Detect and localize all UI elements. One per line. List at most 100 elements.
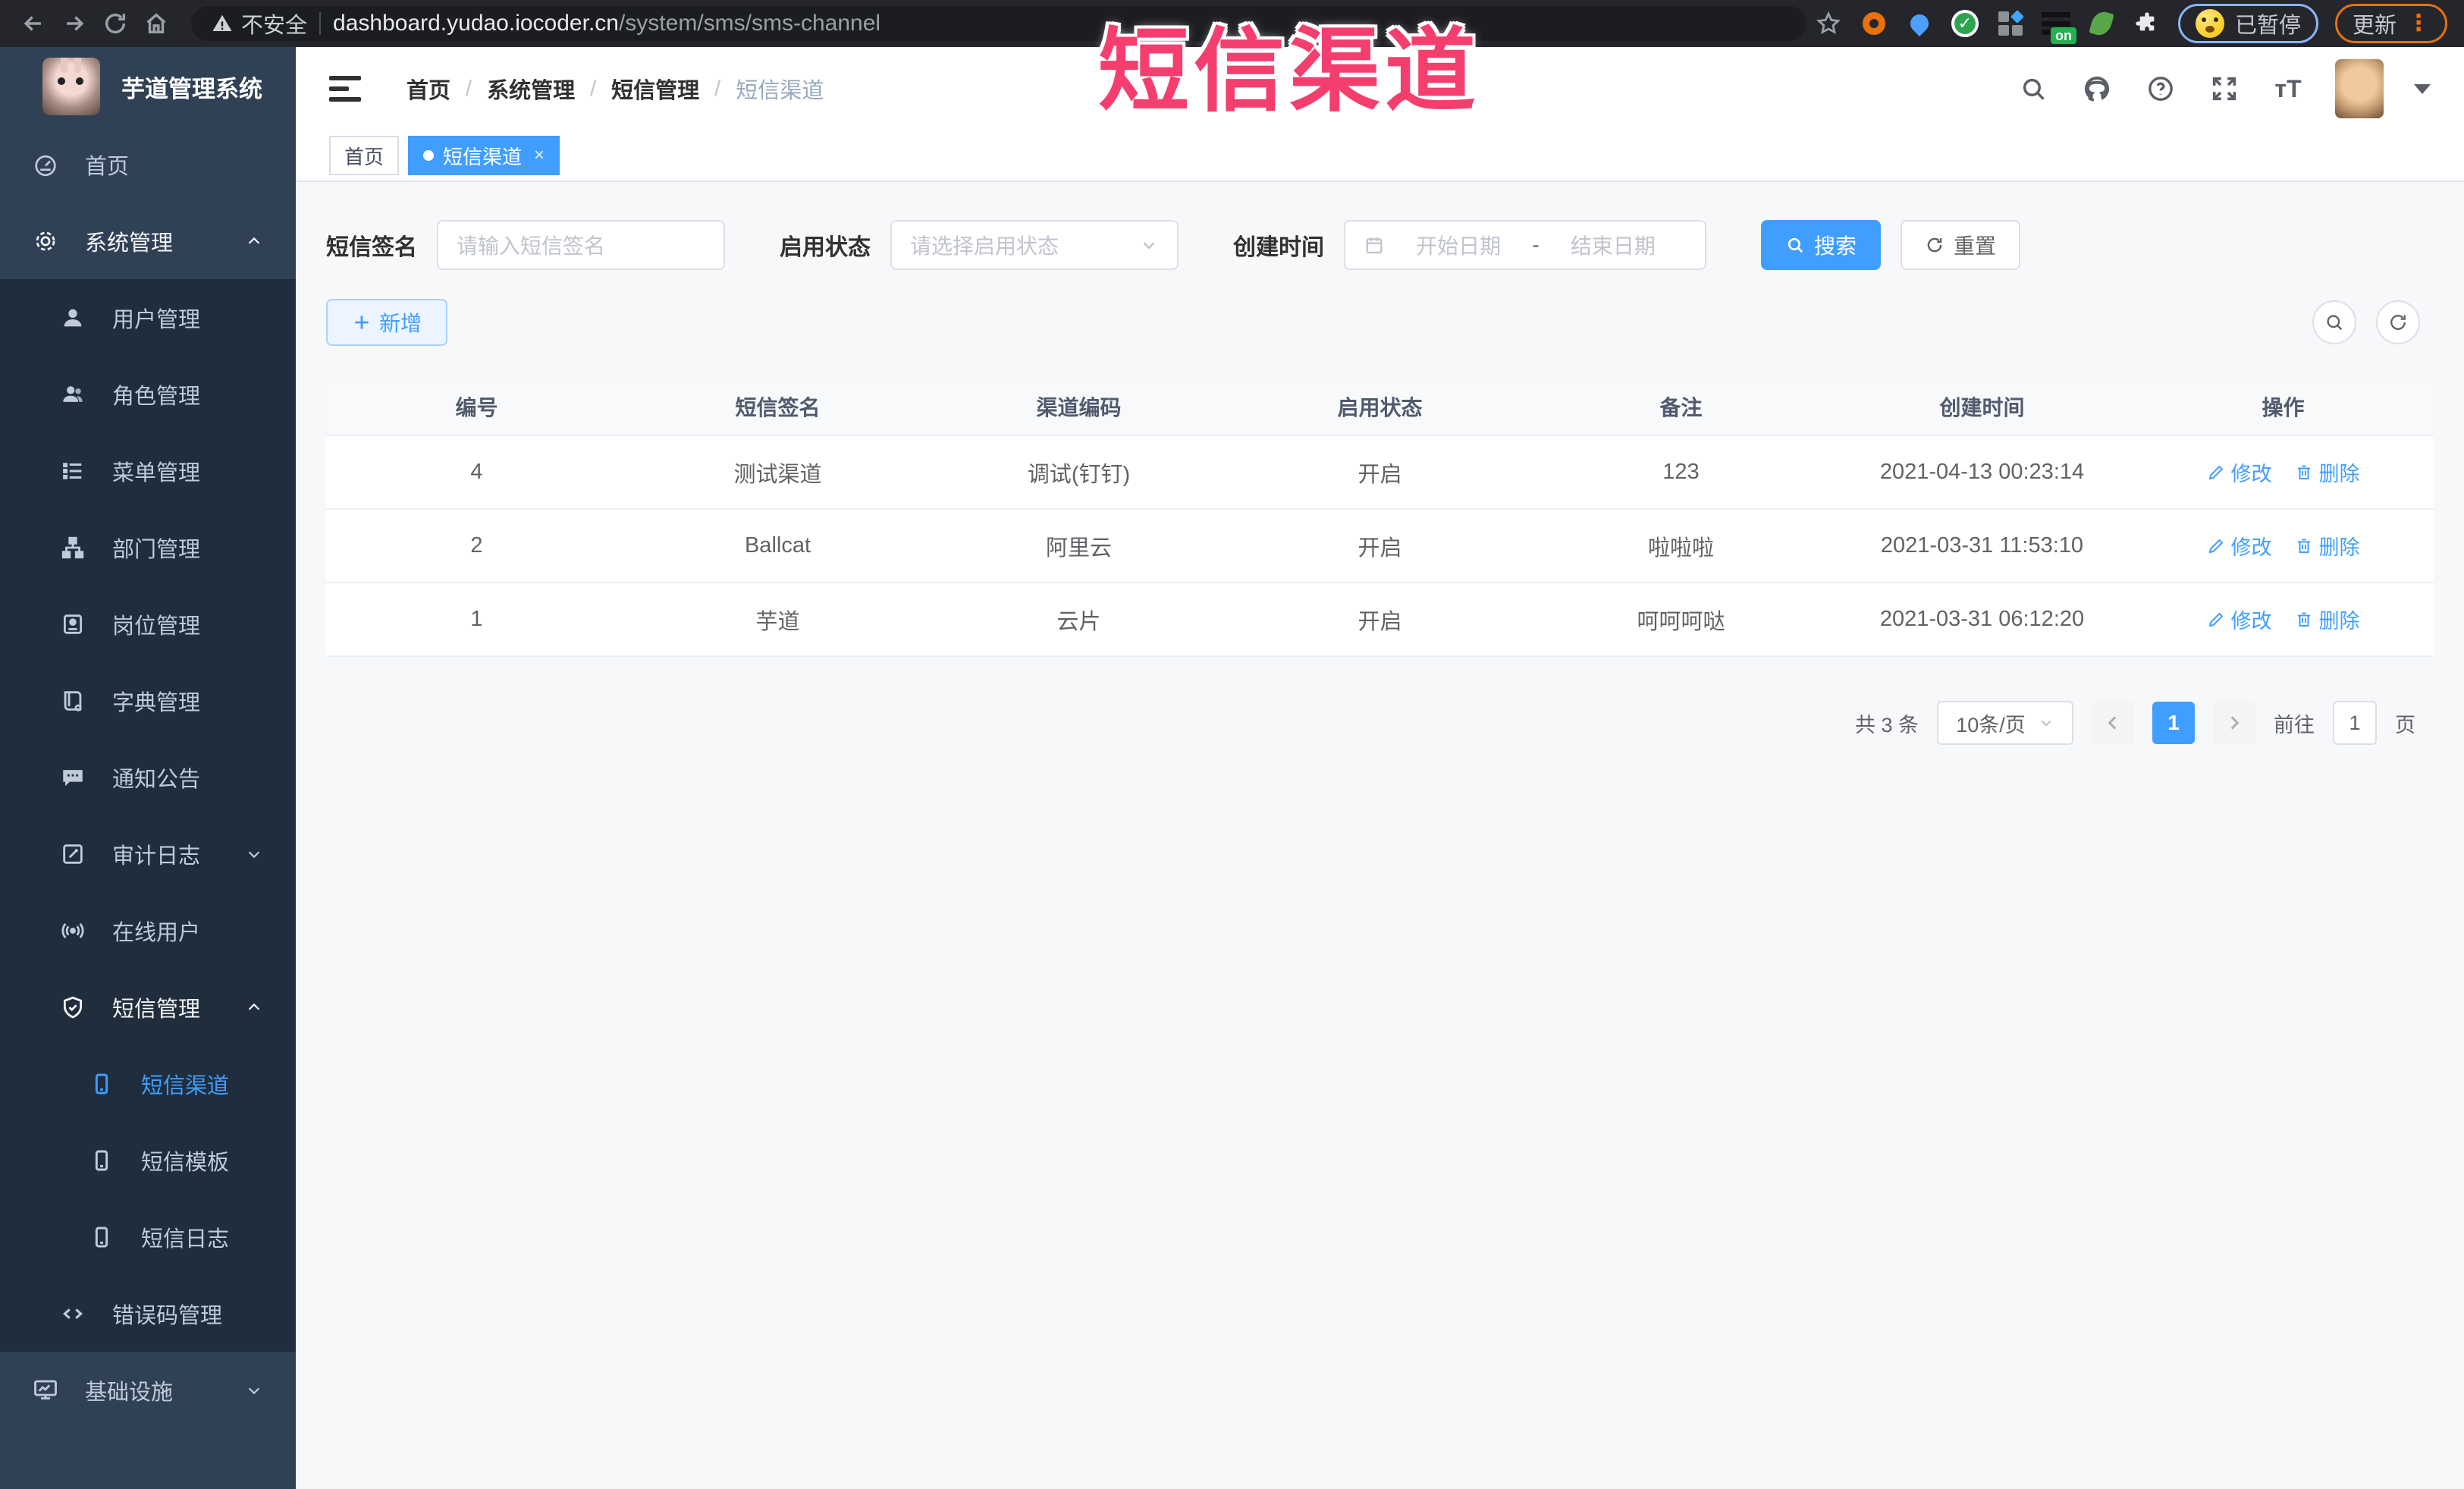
date-range-picker[interactable]: 开始日期 - 结束日期 xyxy=(1344,220,1706,270)
delete-link[interactable]: 删除 xyxy=(2295,605,2360,634)
table-row: 4 测试渠道 调试(钉钉) 开启 123 2021-04-13 00:23:14… xyxy=(326,435,2434,510)
url-domain: dashboard.yudao.iocoder.cn xyxy=(333,11,619,36)
breadcrumb-home[interactable]: 首页 xyxy=(406,73,450,105)
sidebar-item-system[interactable]: 系统管理 xyxy=(0,203,296,279)
search-icon[interactable] xyxy=(2017,72,2050,105)
sidebar-item-sms-management[interactable]: 短信管理 xyxy=(0,969,296,1045)
sidebar-item-sms-channel[interactable]: 短信渠道 xyxy=(0,1045,296,1122)
page-number-1[interactable]: 1 xyxy=(2152,702,2195,744)
extension-pin-icon[interactable] xyxy=(1905,9,1934,38)
edit-link[interactable]: 修改 xyxy=(2207,605,2272,634)
refresh-icon xyxy=(2390,315,2406,330)
sidebar-item-post-management[interactable]: 岗位管理 xyxy=(0,586,296,662)
reset-button[interactable]: 重置 xyxy=(1901,220,2021,270)
sidebar-item-infrastructure[interactable]: 基础设施 xyxy=(0,1352,296,1428)
search-button[interactable]: 搜索 xyxy=(1761,220,1882,270)
browser-back-button[interactable] xyxy=(17,7,50,40)
address-bar[interactable]: 不安全 dashboard.yudao.iocoder.cn/system/sm… xyxy=(191,6,1806,41)
tab-sms-channel[interactable]: 短信渠道 × xyxy=(408,136,560,175)
delete-link[interactable]: 删除 xyxy=(2295,531,2360,561)
dashboard-icon xyxy=(30,149,61,180)
extensions-puzzle-icon[interactable] xyxy=(2133,9,2161,38)
browser-update-button[interactable]: 更新 ⋮ xyxy=(2334,4,2447,43)
fullscreen-icon[interactable] xyxy=(2208,72,2241,105)
sidebar-menu: 首页 系统管理 用户管理 角色管理 菜单管理 部门管理 岗位管理 字典管理 通知… xyxy=(0,126,296,1489)
github-icon[interactable] xyxy=(2080,72,2114,105)
bookmark-star-icon[interactable] xyxy=(1814,9,1843,38)
search-icon xyxy=(1788,237,1803,253)
sidebar-item-menu-management[interactable]: 菜单管理 xyxy=(0,432,296,509)
browser-home-button[interactable] xyxy=(140,7,173,40)
select-caret-icon xyxy=(1143,242,1155,250)
signature-input[interactable]: 请输入短信签名 xyxy=(437,220,725,270)
phone-icon xyxy=(86,1222,117,1252)
page-size-select[interactable]: 10条/页 xyxy=(1937,701,2073,745)
sidebar-item-audit-log[interactable]: 审计日志 xyxy=(0,815,296,892)
browser-menu-icon[interactable]: ⋮ xyxy=(2407,12,2430,35)
extension-check-icon[interactable]: ✓ xyxy=(1951,9,1979,38)
next-page-button[interactable] xyxy=(2213,702,2255,744)
signature-label: 短信签名 xyxy=(326,235,417,260)
col-actions: 操作 xyxy=(2133,378,2434,436)
dictionary-icon xyxy=(58,686,88,716)
sidebar-item-home[interactable]: 首页 xyxy=(0,126,296,203)
search-icon xyxy=(2327,315,2343,331)
col-created: 创建时间 xyxy=(1832,378,2133,436)
sidebar-item-sms-template[interactable]: 短信模板 xyxy=(0,1122,296,1198)
edit-link[interactable]: 修改 xyxy=(2207,457,2272,487)
refresh-table-button[interactable] xyxy=(2376,300,2420,344)
browser-reload-button[interactable] xyxy=(99,7,132,40)
sidebar-item-sms-log[interactable]: 短信日志 xyxy=(0,1198,296,1275)
app-logo-row[interactable]: 芋道管理系统 xyxy=(0,47,296,126)
tab-close-icon[interactable]: × xyxy=(534,145,545,166)
sidebar-item-notice[interactable]: 通知公告 xyxy=(0,739,296,815)
goto-page-input[interactable]: 1 xyxy=(2333,701,2377,745)
site-security-chip[interactable]: 不安全 xyxy=(211,8,307,39)
help-icon[interactable] xyxy=(2144,72,2177,105)
extension-list-icon[interactable]: on xyxy=(2041,9,2076,44)
chevron-down-icon xyxy=(246,1382,262,1399)
delete-link[interactable]: 删除 xyxy=(2295,457,2360,487)
browser-forward-button[interactable] xyxy=(58,7,91,40)
extension-orange-icon[interactable] xyxy=(1860,9,1888,38)
status-label: 启用状态 xyxy=(780,235,871,260)
refresh-icon xyxy=(1927,237,1942,253)
prev-page-button[interactable] xyxy=(2092,702,2134,744)
sidebar-toggle-icon[interactable] xyxy=(329,76,361,102)
table-row: 1 芋道 云片 开启 呵呵呵哒 2021-03-31 06:12:20 修改 删… xyxy=(326,583,2434,657)
breadcrumb-current: 短信渠道 xyxy=(736,79,824,103)
page-header: 首页 / 系统管理 / 短信管理 / 短信渠道 ᴛT xyxy=(296,47,2464,130)
show-search-toggle-button[interactable] xyxy=(2312,300,2356,344)
status-select[interactable]: 请选择启用状态 xyxy=(890,220,1179,270)
browser-extension-area: ✓ on 已暂停 更新 ⋮ xyxy=(1814,4,2447,44)
user-menu-caret-icon[interactable] xyxy=(2414,83,2431,94)
status-value: 开启 xyxy=(1229,435,1530,510)
profile-paused-button[interactable]: 已暂停 xyxy=(2177,4,2318,43)
sidebar-item-role-management[interactable]: 角色管理 xyxy=(0,356,296,432)
calendar-icon xyxy=(1366,237,1383,254)
extension-grid-icon[interactable] xyxy=(1996,9,2025,38)
trash-icon xyxy=(2297,612,2310,627)
sidebar-item-error-code[interactable]: 错误码管理 xyxy=(0,1275,296,1352)
profile-emoji-icon xyxy=(2195,9,2224,38)
status-value: 开启 xyxy=(1229,583,1530,657)
add-button[interactable]: 新增 xyxy=(326,299,448,346)
extension-leaf-icon[interactable] xyxy=(2087,9,2116,38)
phone-icon xyxy=(86,1145,117,1176)
font-size-icon[interactable]: ᴛT xyxy=(2271,72,2305,105)
divider xyxy=(319,12,322,35)
sidebar-item-dict-management[interactable]: 字典管理 xyxy=(0,662,296,739)
pencil-icon xyxy=(2208,612,2223,627)
id-badge-icon xyxy=(58,609,88,639)
url-path: /system/sms/sms-channel xyxy=(618,11,881,36)
trash-icon xyxy=(2297,465,2310,479)
sidebar: 芋道管理系统 首页 系统管理 用户管理 角色管理 菜单管理 部门管理 岗位管理 … xyxy=(0,47,296,1489)
tab-home[interactable]: 首页 xyxy=(329,136,400,175)
sidebar-item-user-management[interactable]: 用户管理 xyxy=(0,279,296,356)
filter-form: 短信签名 请输入短信签名 启用状态 请选择启用状态 创建时间 开始日期 - 结束… xyxy=(326,220,2434,270)
sidebar-item-online-users[interactable]: 在线用户 xyxy=(0,892,296,969)
sidebar-item-dept-management[interactable]: 部门管理 xyxy=(0,509,296,586)
edit-link[interactable]: 修改 xyxy=(2207,531,2272,561)
monitor-icon xyxy=(30,1375,61,1406)
user-avatar[interactable] xyxy=(2335,59,2384,118)
